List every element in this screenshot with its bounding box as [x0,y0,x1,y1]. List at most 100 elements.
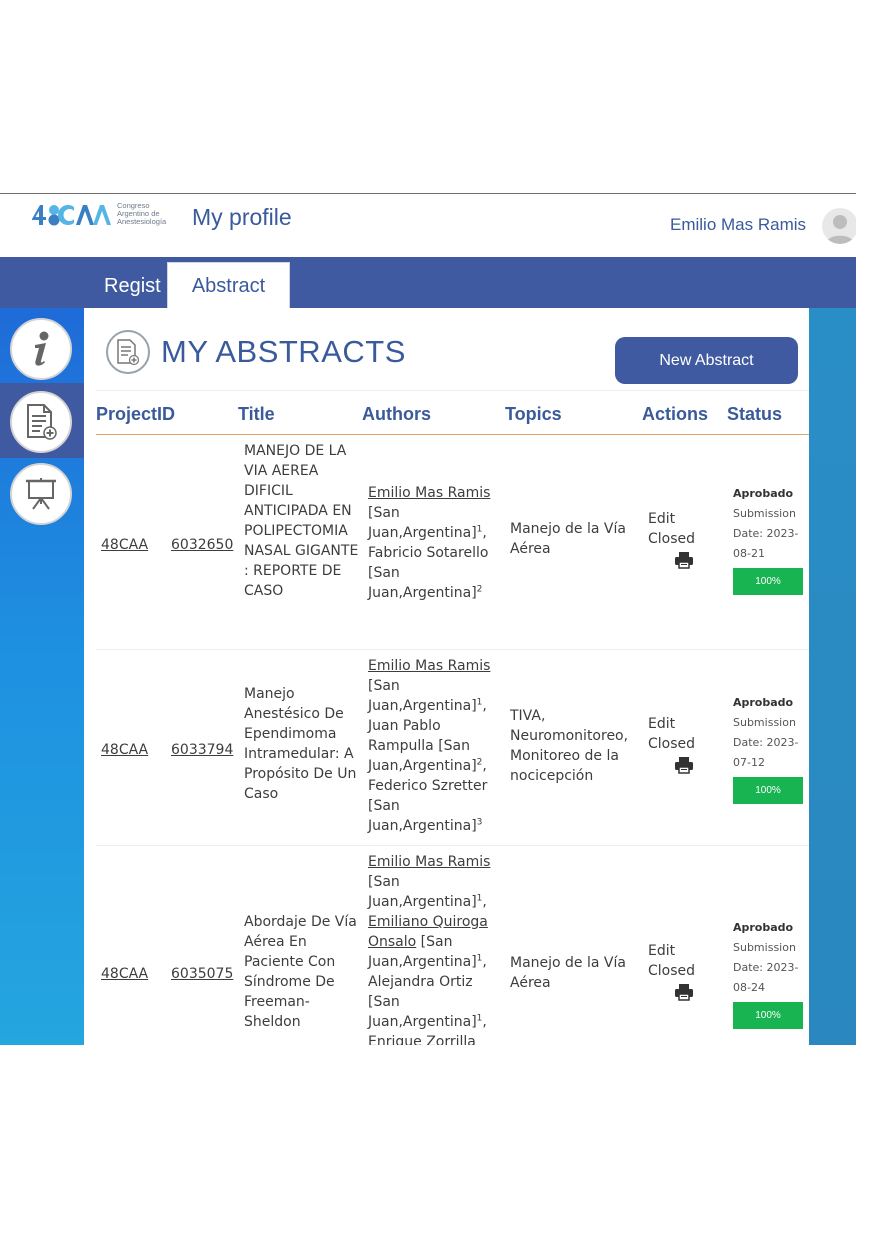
progress-bar: 100% [733,1002,803,1029]
author-line: Juan,Argentina]1, [368,953,487,970]
abstract-title: MANEJO DE LA VIA AEREA DIFICIL ANTICIPAD… [244,443,359,599]
table-header: ProjectID Title Authors Topics Actions S… [96,390,809,435]
author-line: Juan,Argentina]1, [368,697,487,714]
status-block: Aprobado Submission Date: 2023-07-12 100% [733,693,807,804]
table-row: 48CAA 6035075 Abordaje De Vía Aérea En Pac… [96,846,809,1045]
abstracts-heading: MY ABSTRACTS [161,334,406,369]
user-avatar-icon [826,215,854,244]
abstracts-heading-icon [106,330,150,374]
table-row: 48CAA 6033794 Manejo Anestésico De Ependim… [96,650,809,846]
logo-mark-icon [32,205,111,226]
logo-text: Congreso Argentino de Anestesiología [117,201,167,226]
nav-tab-regist[interactable]: Regist [104,275,161,298]
closed-status-text: Closed [648,736,696,752]
progress-bar: 100% [733,777,803,804]
nav-tab-abstract[interactable]: Abstract [167,262,290,311]
presentation-board-icon [26,478,56,510]
edit-action[interactable]: Edit [648,714,708,734]
table-body: 48CAA 6032650 MANEJO DE LA VIA AEREA DIFIC… [96,435,809,1045]
sidebar-item-info[interactable] [10,318,72,380]
column-header-authors[interactable]: Authors [362,404,431,425]
row-actions: Edit Closed [648,941,708,1001]
authors-list: Emilio Mas Ramis [San Juan,Argentina]1, Emi… [368,852,506,1045]
column-header-actions[interactable]: Actions [642,404,708,425]
author-line: Juan,Argentina]1, [368,893,487,910]
abstract-topics: TIVA, Neuromonitoreo, Monitoreo de la no… [510,708,629,784]
author-line[interactable]: Emilio Mas Ramis [368,483,506,503]
column-header-title[interactable]: Title [238,404,275,425]
column-header-projectid[interactable]: ProjectID [96,404,175,425]
author-line: Juan Pablo [368,718,441,734]
user-name[interactable]: Emilio Mas Ramis [670,215,806,235]
abstracts-table: ProjectID Title Authors Topics Actions S… [96,390,809,1045]
right-panel-strip [809,308,856,1045]
table-row: 48CAA 6032650 MANEJO DE LA VIA AEREA DIFIC… [96,435,809,650]
author-line: Juan,Argentina]2 [368,584,483,601]
abstract-title: Abordaje De Vía Aérea En Paciente Con Sí… [244,914,357,1030]
sidebar-item-presentation[interactable] [10,463,72,525]
status-badge: Aprobado [733,696,794,709]
author-line[interactable]: Onsalo [San [368,932,506,952]
author-line[interactable]: Emiliano Quiroga [368,912,506,932]
abstract-topics: Manejo de la Vía Aérea [510,521,626,557]
author-line[interactable]: Emilio Mas Ramis [368,852,506,872]
printer-icon[interactable] [674,551,694,569]
author-line: Rampulla [San [368,738,471,754]
author-line: Fabricio Sotarello [368,545,489,561]
sidebar [0,308,84,1045]
nav-bar: Regist Abstract [0,257,856,311]
authors-list: Emilio Mas Ramis [San Juan,Argentina]1, Jua… [368,656,506,836]
author-line: Federico Szretter [368,778,488,794]
author-line: Juan,Argentina]3 [368,817,483,834]
printer-icon[interactable] [674,983,694,1001]
app-window: Congreso Argentino de Anestesiología My … [0,193,856,1045]
submission-date: Submission Date: 2023-07-12 [733,716,799,769]
author-line: Juan,Argentina]2, [368,757,487,774]
status-badge: Aprobado [733,487,794,500]
project-number-link[interactable]: 6035075 [171,964,233,984]
abstract-title: Manejo Anestésico De Ependimoma Intramed… [244,686,357,802]
author-line: Juan,Argentina]1, [368,1013,487,1030]
author-line: [San [368,565,400,581]
status-badge: Aprobado [733,921,794,934]
author-line[interactable]: Emilio Mas Ramis [368,656,506,676]
author-line: Alejandra Ortiz [368,974,473,990]
author-line: [San [368,505,400,521]
row-actions: Edit Closed [648,509,708,569]
printer-icon[interactable] [674,756,694,774]
header: Congreso Argentino de Anestesiología My … [0,194,856,257]
author-line: Juan,Argentina]1, [368,524,487,541]
edit-action[interactable]: Edit [648,509,708,529]
congress-logo[interactable]: Congreso Argentino de Anestesiología [30,199,180,229]
new-abstract-button[interactable]: New Abstract [615,337,798,384]
authors-list: Emilio Mas Ramis [San Juan,Argentina]1, Fab… [368,483,506,603]
status-block: Aprobado Submission Date: 2023-08-24 100% [733,918,807,1029]
author-line: [San [368,678,400,694]
project-code-link[interactable]: 48CAA [101,535,148,555]
abstract-topics: Manejo de la Vía Aérea [510,955,626,991]
submission-date: Submission Date: 2023-08-24 [733,941,799,994]
info-icon [35,331,49,366]
author-line: [San [368,994,400,1010]
project-code-link[interactable]: 48CAA [101,740,148,760]
main-content: MY ABSTRACTS New Abstract ProjectID Titl… [84,308,809,1045]
closed-status-text: Closed [648,963,696,979]
column-header-topics[interactable]: Topics [505,404,562,425]
edit-action[interactable]: Edit [648,941,708,961]
page-title: My profile [192,204,292,230]
row-actions: Edit Closed [648,714,708,774]
document-add-icon [27,404,57,440]
project-number-link[interactable]: 6032650 [171,535,233,555]
sidebar-item-abstracts[interactable] [10,391,72,453]
document-icon [117,339,140,366]
progress-bar: 100% [733,568,803,595]
column-header-status[interactable]: Status [727,404,782,425]
project-number-link[interactable]: 6033794 [171,740,233,760]
project-code-link[interactable]: 48CAA [101,964,148,984]
status-block: Aprobado Submission Date: 2023-08-21 100% [733,484,807,595]
author-line: [San [368,874,400,890]
avatar[interactable] [822,208,856,244]
author-line: [San [368,798,400,814]
closed-status-text: Closed [648,531,696,547]
author-line: Enrique Zorrilla [368,1034,476,1045]
